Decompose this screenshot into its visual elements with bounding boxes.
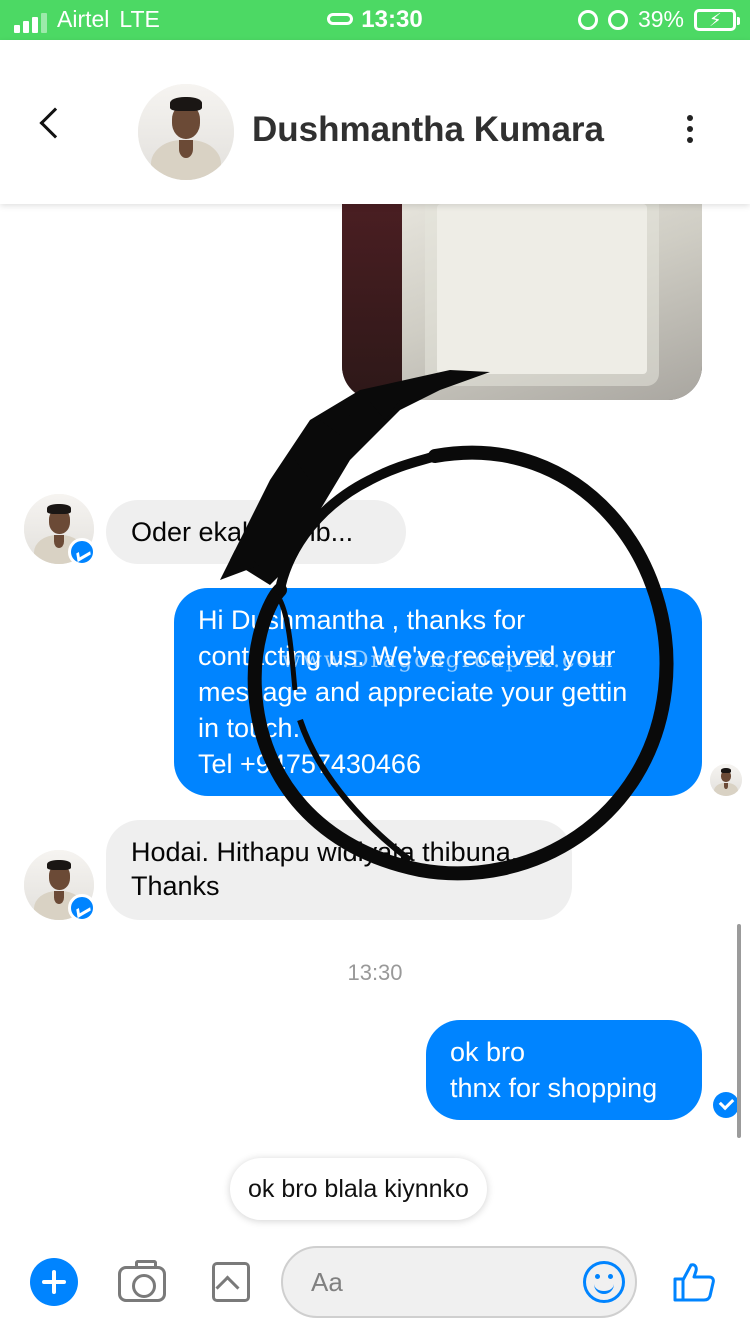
seen-avatar [710, 764, 742, 796]
message-timestamp: 13:30 [347, 960, 403, 985]
incoming-message[interactable]: Hodai. Hithapu widiyata thibuna. Thanks [106, 820, 572, 920]
delivered-check-icon [713, 1092, 739, 1118]
messenger-badge-icon [68, 538, 96, 566]
quick-reply-chip[interactable]: ok bro blala kiynnko [230, 1158, 487, 1220]
plus-icon[interactable] [30, 1258, 78, 1306]
outgoing-message[interactable]: Hi Dushmantha , thanks for contacting us… [174, 588, 702, 796]
thumbs-up-icon[interactable] [672, 1262, 716, 1302]
outgoing-message[interactable]: ok bro thnx for shopping [426, 1020, 702, 1120]
messenger-badge-icon [68, 894, 96, 922]
message-input[interactable] [311, 1260, 571, 1304]
shared-photo[interactable] [342, 204, 702, 400]
message-input-box[interactable] [281, 1246, 637, 1318]
status-right: 39% ⚡ [577, 6, 740, 33]
scrollbar[interactable] [737, 924, 741, 1138]
battery-charging-icon: ⚡ [694, 8, 740, 31]
link-icon [327, 12, 354, 25]
back-chevron-icon[interactable] [39, 107, 71, 139]
contact-avatar[interactable] [138, 84, 234, 180]
message-composer [0, 1232, 750, 1334]
conversation-header: Dushmantha Kumara [0, 40, 750, 204]
camera-icon[interactable] [118, 1260, 166, 1302]
more-vertical-icon[interactable] [682, 115, 698, 151]
orientation-lock-icon [577, 9, 598, 30]
status-time: 13:30 [361, 6, 423, 33]
contact-name[interactable]: Dushmantha Kumara [252, 110, 604, 150]
battery-percent: 39% [637, 6, 684, 32]
incoming-message[interactable]: Oder ekak dumb... [106, 500, 406, 564]
status-bar: Airtel LTE 13:30 39% ⚡ [0, 0, 750, 40]
gallery-icon[interactable] [212, 1262, 250, 1302]
alarm-icon [607, 9, 628, 30]
emoji-icon[interactable] [583, 1261, 625, 1303]
watermark-text: www.Dragongroup1k.com [282, 648, 615, 673]
